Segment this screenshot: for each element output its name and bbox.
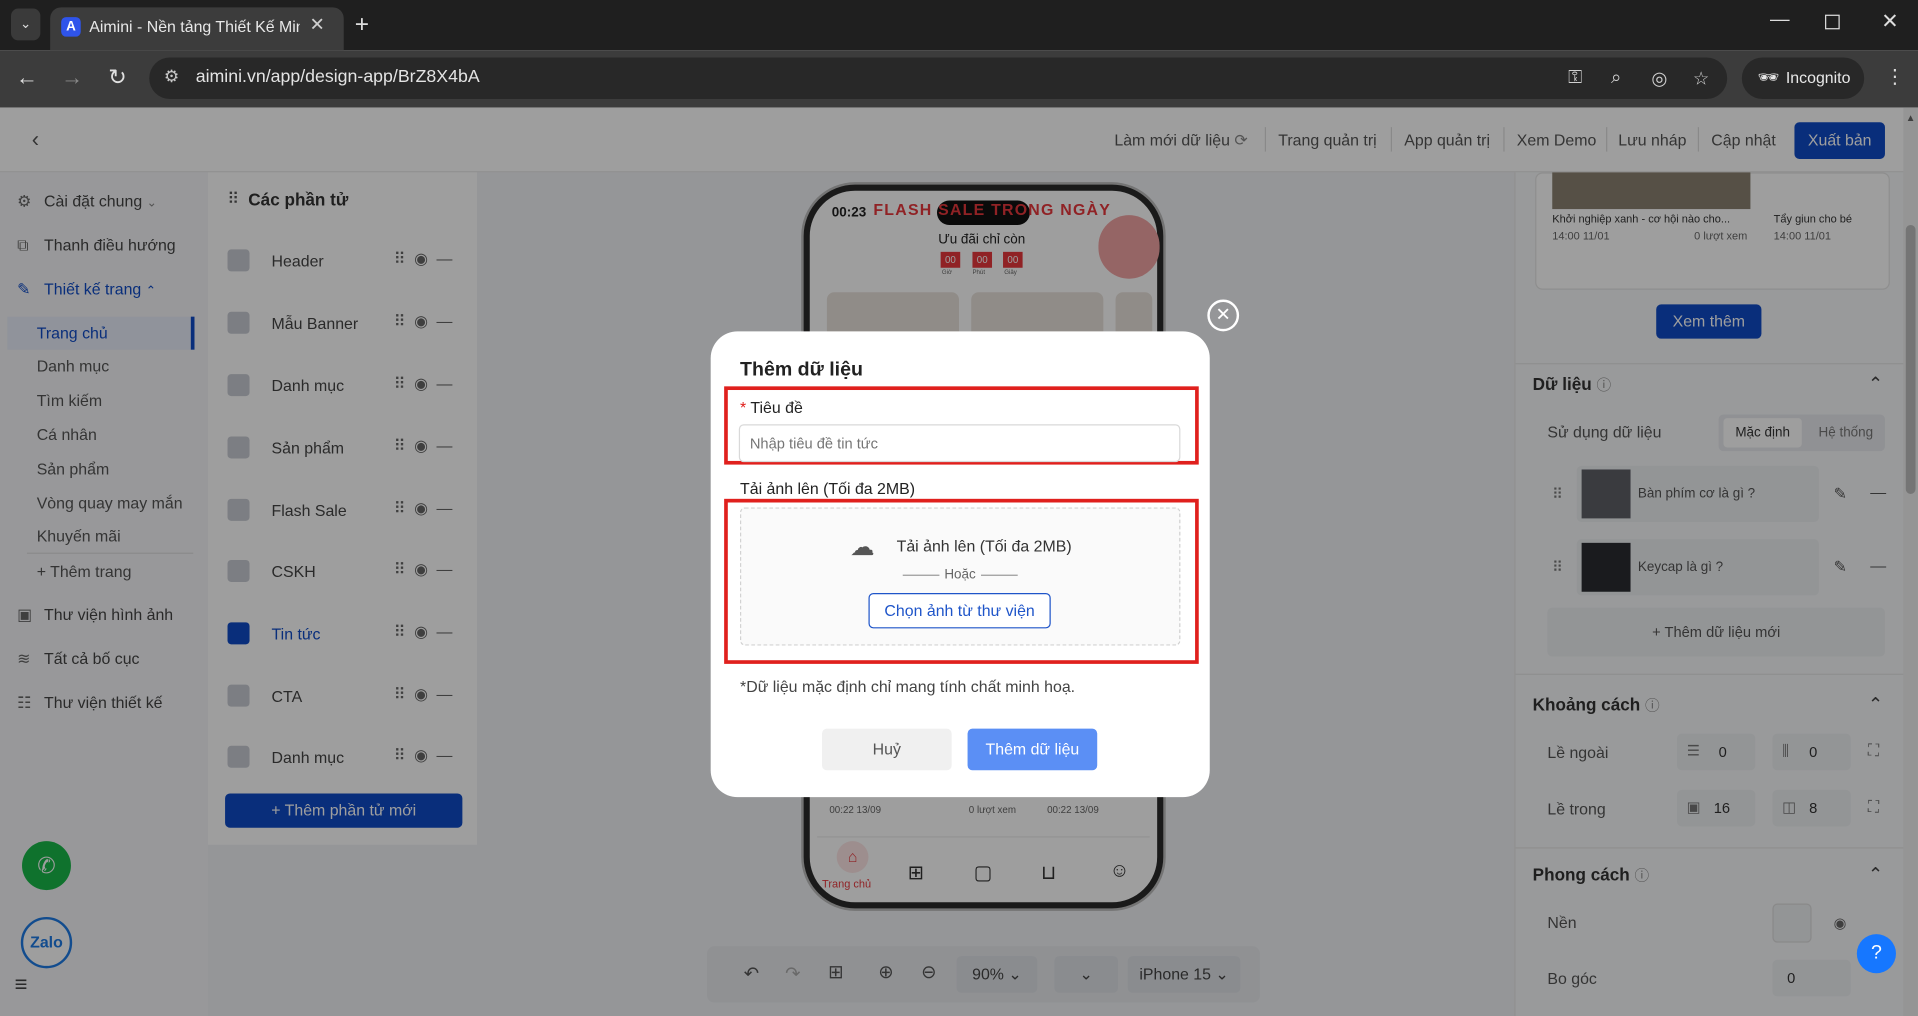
browser-tab[interactable]: A Aimini - Nền tảng Thiết Kế Mini ✕: [50, 7, 344, 51]
help-button[interactable]: ?: [1856, 934, 1896, 974]
cancel-button[interactable]: Huỷ: [821, 728, 952, 771]
modal-title: Thêm dữ liệu: [740, 359, 863, 381]
tab-title: Aimini - Nền tảng Thiết Kế Mini: [89, 17, 300, 36]
choose-from-library-button[interactable]: Chọn ảnh từ thư viện: [868, 592, 1051, 629]
close-window-icon[interactable]: ✕: [1881, 10, 1898, 34]
menu-icon[interactable]: ⋮: [1885, 65, 1905, 89]
required-asterisk: *: [740, 398, 747, 417]
title-input[interactable]: [738, 424, 1181, 463]
key-icon[interactable]: ⚿: [1568, 67, 1582, 88]
field-label-text: Tiêu đề: [750, 398, 803, 417]
browser-toolbar: ← → ↻ ⚙ aimini.vn/app/design-app/BrZ8X4b…: [0, 50, 1918, 108]
aimini-favicon: A: [61, 17, 81, 37]
zoom-icon[interactable]: ⌕: [1611, 67, 1621, 88]
cloud-upload-icon: ☁: [850, 534, 875, 562]
title-field-label: * Tiêu đề: [740, 399, 803, 417]
upload-text: Tải ảnh lên (Tối đa 2MB): [896, 536, 1072, 556]
incognito-badge[interactable]: 🕶 Incognito: [1741, 57, 1865, 100]
back-icon[interactable]: ←: [15, 65, 39, 89]
upload-label: Tải ảnh lên (Tối đa 2MB): [740, 479, 916, 498]
eye-off-icon[interactable]: ◎: [1651, 67, 1667, 89]
star-icon[interactable]: ☆: [1693, 67, 1709, 89]
incognito-label: Incognito: [1785, 68, 1851, 87]
reload-icon[interactable]: ↻: [105, 65, 129, 89]
site-settings-icon[interactable]: ⚙: [164, 66, 179, 87]
minimize-icon[interactable]: —: [1770, 10, 1790, 32]
restore-icon[interactable]: [1825, 14, 1840, 30]
default-data-note: *Dữ liệu mặc định chỉ mang tính chất min…: [740, 677, 1076, 696]
forward-icon[interactable]: →: [60, 65, 84, 89]
browser-tab-bar: ⌄ A Aimini - Nền tảng Thiết Kế Mini ✕ + …: [0, 0, 1918, 51]
new-tab-icon[interactable]: +: [355, 11, 369, 39]
tab-list-button[interactable]: ⌄: [11, 8, 41, 41]
submit-button[interactable]: Thêm dữ liệu: [967, 728, 1098, 771]
or-text: Hoặc: [939, 567, 981, 582]
url-text: aimini.vn/app/design-app/BrZ8X4bA: [195, 67, 480, 87]
address-bar[interactable]: ⚙ aimini.vn/app/design-app/BrZ8X4bA ⚿ ⌕ …: [149, 57, 1728, 100]
add-data-modal: Thêm dữ liệu * Tiêu đề Tải ảnh lên (Tối …: [710, 331, 1210, 798]
close-tab-icon[interactable]: ✕: [309, 13, 324, 36]
incognito-icon: 🕶: [1757, 67, 1780, 87]
close-modal-icon[interactable]: ✕: [1207, 299, 1240, 332]
